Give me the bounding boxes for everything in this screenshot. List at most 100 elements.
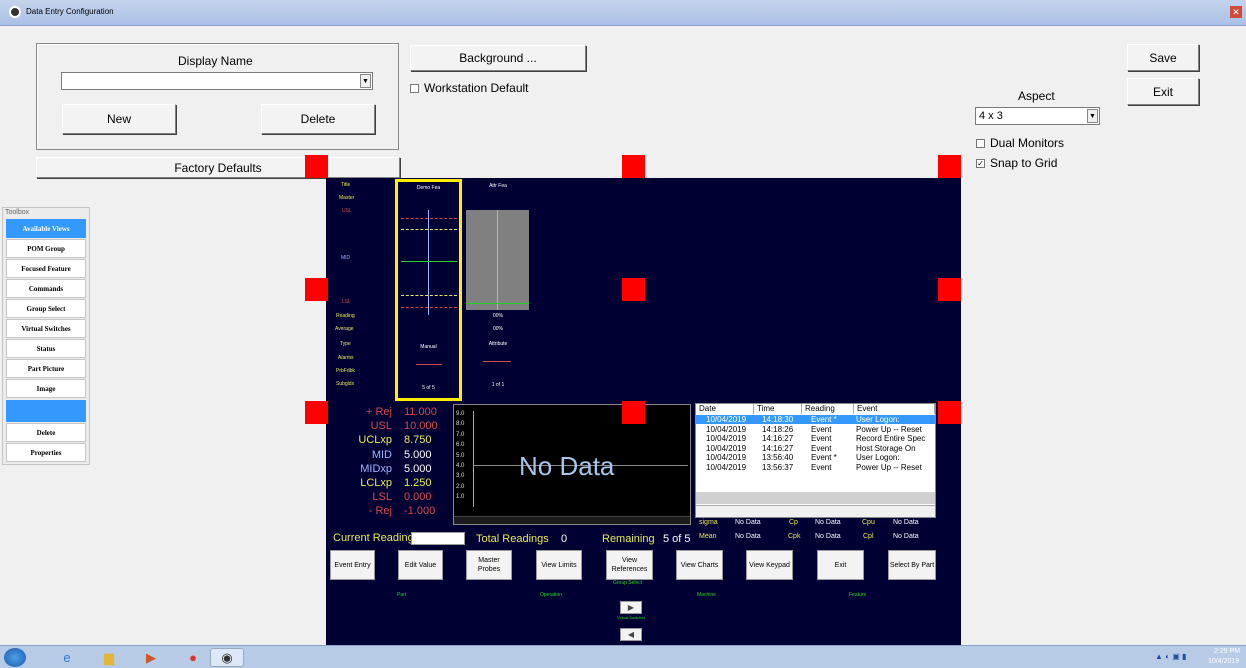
cpl-label: Cpl [863,533,874,540]
feature-column-demo-fea[interactable]: Demo Fea Manual 5 of 5 [395,179,462,401]
app-taskbar-icon[interactable]: ◉ [210,648,244,667]
resize-handle-e[interactable] [938,278,961,301]
feature-type: Manual [420,344,437,350]
dual-monitors-checkbox[interactable]: Dual Monitors [976,136,1064,150]
current-reading-input[interactable] [411,532,465,545]
alarm-line [416,364,442,365]
toolbox-group-select[interactable]: Group Select [6,299,86,318]
event-entry-button[interactable]: Event Entry [330,550,375,580]
toolbox-delete[interactable]: Delete [6,423,86,442]
tray-icons[interactable]: ▲ ◐ ▣ ▮ [1155,652,1186,661]
toolbox-focused-feature[interactable]: Focused Feature [6,259,86,278]
event-log-row[interactable]: 10/04/2019 14:16:27 Event Record Entire Spe… [696,434,935,443]
limit-label: UCLxp [358,434,392,447]
switch-right-icon[interactable]: ▶ [620,601,642,614]
cpu-label: Cpu [862,519,875,526]
select-by-part-button[interactable]: Select By Part [888,550,936,580]
toolbox-available-views[interactable]: Available Views [6,219,86,238]
current-reading-label: Current Reading [333,532,414,544]
event-log-row[interactable]: 10/04/2019 14:18:26 Event Power Up -- Reset [696,425,935,434]
display-name-combo[interactable]: ▼ [61,72,373,90]
view-keypad-button[interactable]: View Keypad [746,550,793,580]
resize-handle-w[interactable] [305,278,328,301]
limit-value: 0.000 [404,491,432,504]
chart-scrollbar[interactable] [454,516,690,524]
new-button[interactable]: New [62,104,176,134]
event-log-header[interactable]: Time [754,404,802,414]
start-icon[interactable] [4,648,26,667]
resize-handle-se[interactable] [938,401,961,424]
toolbox-image[interactable]: Image [6,379,86,398]
total-readings-value: 0 [561,533,568,545]
checkmark-icon: ✓ [976,159,985,169]
chevron-down-icon[interactable]: ▼ [1087,109,1098,123]
aspect-combo[interactable]: 4 x 3 ▼ [975,107,1100,125]
event-log-header[interactable]: Reading [802,404,854,414]
toolbox-part-picture[interactable]: Part Picture [6,359,86,378]
resize-handle-s[interactable] [622,401,645,424]
event-log-cell: 14:18:30 [762,415,794,424]
limit-label: MID [371,448,392,461]
browser-icon[interactable]: e [50,648,84,667]
chevron-down-icon[interactable]: ▼ [360,74,371,88]
exit-button[interactable]: Exit [1127,78,1199,105]
master-probes-button[interactable]: Master Probes [466,550,512,580]
event-log-cell: User Logon: [856,453,900,463]
event-log-header[interactable]: Date [696,404,754,414]
close-icon[interactable]: ✕ [1230,6,1242,18]
event-log-header[interactable]: Event [854,404,935,414]
edit-value-button[interactable]: Edit Value [398,550,443,580]
event-log-scrollbar[interactable] [696,492,935,504]
event-log-row[interactable]: 10/04/2019 14:18:30 Event * User Logon: [696,415,935,424]
media-icon[interactable]: ▶ [134,648,168,667]
row-type-label: Type [340,341,351,347]
control-chart[interactable]: 9.0 8.0 7.0 6.0 5.0 4.0 3.0 2.0 1.0 No Data [453,404,691,525]
event-log-cell: Power Up -- Reset [856,424,922,434]
view-charts-button[interactable]: View Charts [676,550,723,580]
limit-value: 1.250 [404,477,432,489]
switch-left-icon[interactable]: ◀ [620,628,642,641]
event-log-row[interactable]: 10/04/2019 13:56:37 Event Power Up -- Reset [696,463,935,472]
event-log-row[interactable]: 10/04/2019 13:56:40 Event * User Logon: [696,453,935,462]
event-log-table[interactable]: Date Time Reading Event 10/04/2019 14:18:30 Ev… [695,403,936,518]
chrome-icon[interactable]: ● [176,648,210,667]
row-prbfdbk-label: PrbFdbk [336,368,355,374]
event-log-cell: 10/04/2019 [706,463,747,472]
delete-display-button[interactable]: Delete [261,104,375,134]
resize-handle-sw[interactable] [305,401,328,424]
toolbox-status[interactable]: Status [6,339,86,358]
toolbox-commands[interactable]: Commands [6,279,86,298]
resize-handle-center[interactable] [622,278,645,301]
clock-date: 10/4/2019 [1208,658,1240,665]
workstation-default-checkbox[interactable]: Workstation Default [410,81,529,95]
snap-to-grid-checkbox[interactable]: ✓ Snap to Grid [976,156,1057,170]
attr-alarm-line [483,361,511,362]
toolbox-virtual-switches[interactable]: Virtual Switches [6,319,86,338]
event-log-row[interactable]: 10/04/2019 14:16:27 Event Host Storage On [696,444,935,453]
view-limits-button[interactable]: View Limits [536,550,582,580]
exit-command-button[interactable]: Exit [817,550,864,580]
toolbox-blank-item[interactable] [6,400,86,422]
view-references-button[interactable]: View References [606,550,653,580]
event-log-cell: 14:18:26 [762,424,794,434]
toolbox-properties[interactable]: Properties [6,443,86,462]
background-button[interactable]: Background ... [410,45,586,71]
remaining-value: 5 of 5 [663,533,691,545]
toolbox-pom-group[interactable]: POM Group [6,239,86,258]
event-log-cell: Event [811,434,832,444]
event-log-hscrollbar[interactable] [696,505,935,517]
cpk-label: Cpk [788,533,801,540]
save-button[interactable]: Save [1127,44,1199,71]
event-log-cell: 13:56:40 [762,453,794,463]
toolbox-panel: Toolbox Available Views POM Group Focuse… [2,207,90,465]
resize-handle-n[interactable] [622,155,645,178]
cpl-value: No Data [893,533,919,540]
cpu-value: No Data [893,519,919,526]
resize-handle-ne[interactable] [938,155,961,178]
mid-line [401,261,457,262]
checkbox-icon [410,84,419,94]
folder-icon[interactable]: ▆ [92,648,126,667]
resize-handle-nw[interactable] [305,155,328,178]
factory-defaults-button[interactable]: Factory Defaults [36,157,400,178]
virtual-switches-label: Virtual Switches [617,615,646,620]
